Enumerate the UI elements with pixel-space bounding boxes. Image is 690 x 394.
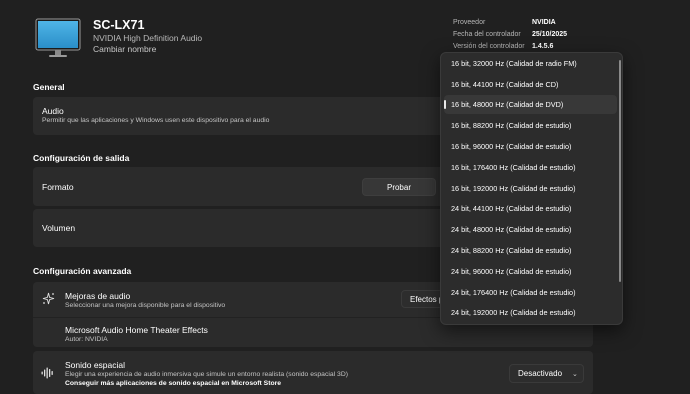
sparkle-icon <box>42 292 55 305</box>
monitor-icon <box>35 18 81 57</box>
format-option[interactable]: 24 bit, 88200 Hz (Calidad de estudio) <box>444 241 617 260</box>
format-option-label: 16 bit, 96000 Hz (Calidad de estudio) <box>451 142 572 151</box>
section-title-advanced: Configuración avanzada <box>33 266 132 276</box>
format-option-label: 24 bit, 176400 Hz (Calidad de estudio) <box>451 288 576 297</box>
audio-description: Permitir que las aplicaciones y Windows … <box>42 117 270 124</box>
format-option-label: 16 bit, 176400 Hz (Calidad de estudio) <box>451 163 576 172</box>
format-option[interactable]: 24 bit, 192000 Hz (Calidad de estudio) <box>444 303 617 322</box>
format-option-label: 16 bit, 48000 Hz (Calidad de DVD) <box>451 100 564 109</box>
format-option-label: 16 bit, 192000 Hz (Calidad de estudio) <box>451 184 576 193</box>
selection-indicator <box>444 100 446 109</box>
chevron-down-icon: ⌄ <box>572 370 578 378</box>
spatial-sound-value: Desactivado <box>518 369 563 378</box>
rename-link[interactable]: Cambiar nombre <box>93 44 156 54</box>
format-option[interactable]: 16 bit, 176400 Hz (Calidad de estudio) <box>444 158 617 177</box>
section-title-output: Configuración de salida <box>33 153 130 163</box>
format-option[interactable]: 24 bit, 44100 Hz (Calidad de estudio) <box>444 199 617 218</box>
format-option-label: 24 bit, 44100 Hz (Calidad de estudio) <box>451 204 572 213</box>
device-description: NVIDIA High Definition Audio <box>93 33 203 43</box>
format-option-label: 24 bit, 48000 Hz (Calidad de estudio) <box>451 225 572 234</box>
enhancements-title: Mejoras de audio <box>65 291 131 301</box>
format-label: Formato <box>42 182 74 192</box>
format-option[interactable]: 16 bit, 192000 Hz (Calidad de estudio) <box>444 179 617 198</box>
test-button[interactable]: Probar <box>362 178 436 196</box>
format-option-label: 24 bit, 192000 Hz (Calidad de estudio) <box>451 308 576 317</box>
enhancements-description: Seleccionar una mejora disponible para e… <box>65 302 226 309</box>
section-title-general: General <box>33 82 65 92</box>
effects-title: Microsoft Audio Home Theater Effects <box>65 325 208 335</box>
volume-label: Volumen <box>42 223 76 233</box>
format-dropdown-list[interactable]: 16 bit, 32000 Hz (Calidad de radio FM) 1… <box>440 52 623 325</box>
format-option-label: 24 bit, 96000 Hz (Calidad de estudio) <box>451 267 572 276</box>
effects-author: Autor: NVIDIA <box>65 336 108 343</box>
format-option-label: 24 bit, 88200 Hz (Calidad de estudio) <box>451 246 572 255</box>
driver-date-label: Fecha del controlador <box>453 31 521 38</box>
format-option[interactable]: 24 bit, 96000 Hz (Calidad de estudio) <box>444 262 617 281</box>
driver-version-value: 1.4.5.6 <box>532 43 554 50</box>
sound-wave-icon <box>41 367 53 379</box>
format-option[interactable]: 16 bit, 32000 Hz (Calidad de radio FM) <box>444 54 617 73</box>
spatial-store-link[interactable]: Conseguir más aplicaciones de sonido esp… <box>65 380 281 387</box>
spatial-sound-title: Sonido espacial <box>65 360 126 370</box>
provider-label: Proveedor <box>453 19 486 26</box>
enhancements-dropdown[interactable]: Efectos p <box>401 290 443 308</box>
driver-version-label: Versión del controlador <box>453 43 525 50</box>
audio-title: Audio <box>42 106 64 116</box>
format-option-label: 16 bit, 32000 Hz (Calidad de radio FM) <box>451 59 577 68</box>
spatial-sound-card: Sonido espacial Elegir una experiencia d… <box>33 351 593 394</box>
format-option[interactable]: 16 bit, 88200 Hz (Calidad de estudio) <box>444 116 617 135</box>
format-option-selected[interactable]: 16 bit, 48000 Hz (Calidad de DVD) <box>444 95 617 114</box>
spatial-sound-description: Elegir una experiencia de audio inmersiv… <box>65 371 348 378</box>
format-option[interactable]: 16 bit, 96000 Hz (Calidad de estudio) <box>444 137 617 156</box>
format-option[interactable]: 24 bit, 48000 Hz (Calidad de estudio) <box>444 220 617 239</box>
spatial-sound-dropdown[interactable]: Desactivado ⌄ <box>509 364 584 383</box>
device-name: SC-LX71 <box>93 18 145 32</box>
provider-value: NVIDIA <box>532 19 556 26</box>
format-option-label: 16 bit, 44100 Hz (Calidad de CD) <box>451 80 559 89</box>
format-option[interactable]: 24 bit, 176400 Hz (Calidad de estudio) <box>444 283 617 302</box>
format-option-label: 16 bit, 88200 Hz (Calidad de estudio) <box>451 121 572 130</box>
driver-date-value: 25/10/2025 <box>532 31 568 38</box>
format-option[interactable]: 16 bit, 44100 Hz (Calidad de CD) <box>444 75 617 94</box>
dropdown-scrollbar[interactable] <box>619 60 621 282</box>
